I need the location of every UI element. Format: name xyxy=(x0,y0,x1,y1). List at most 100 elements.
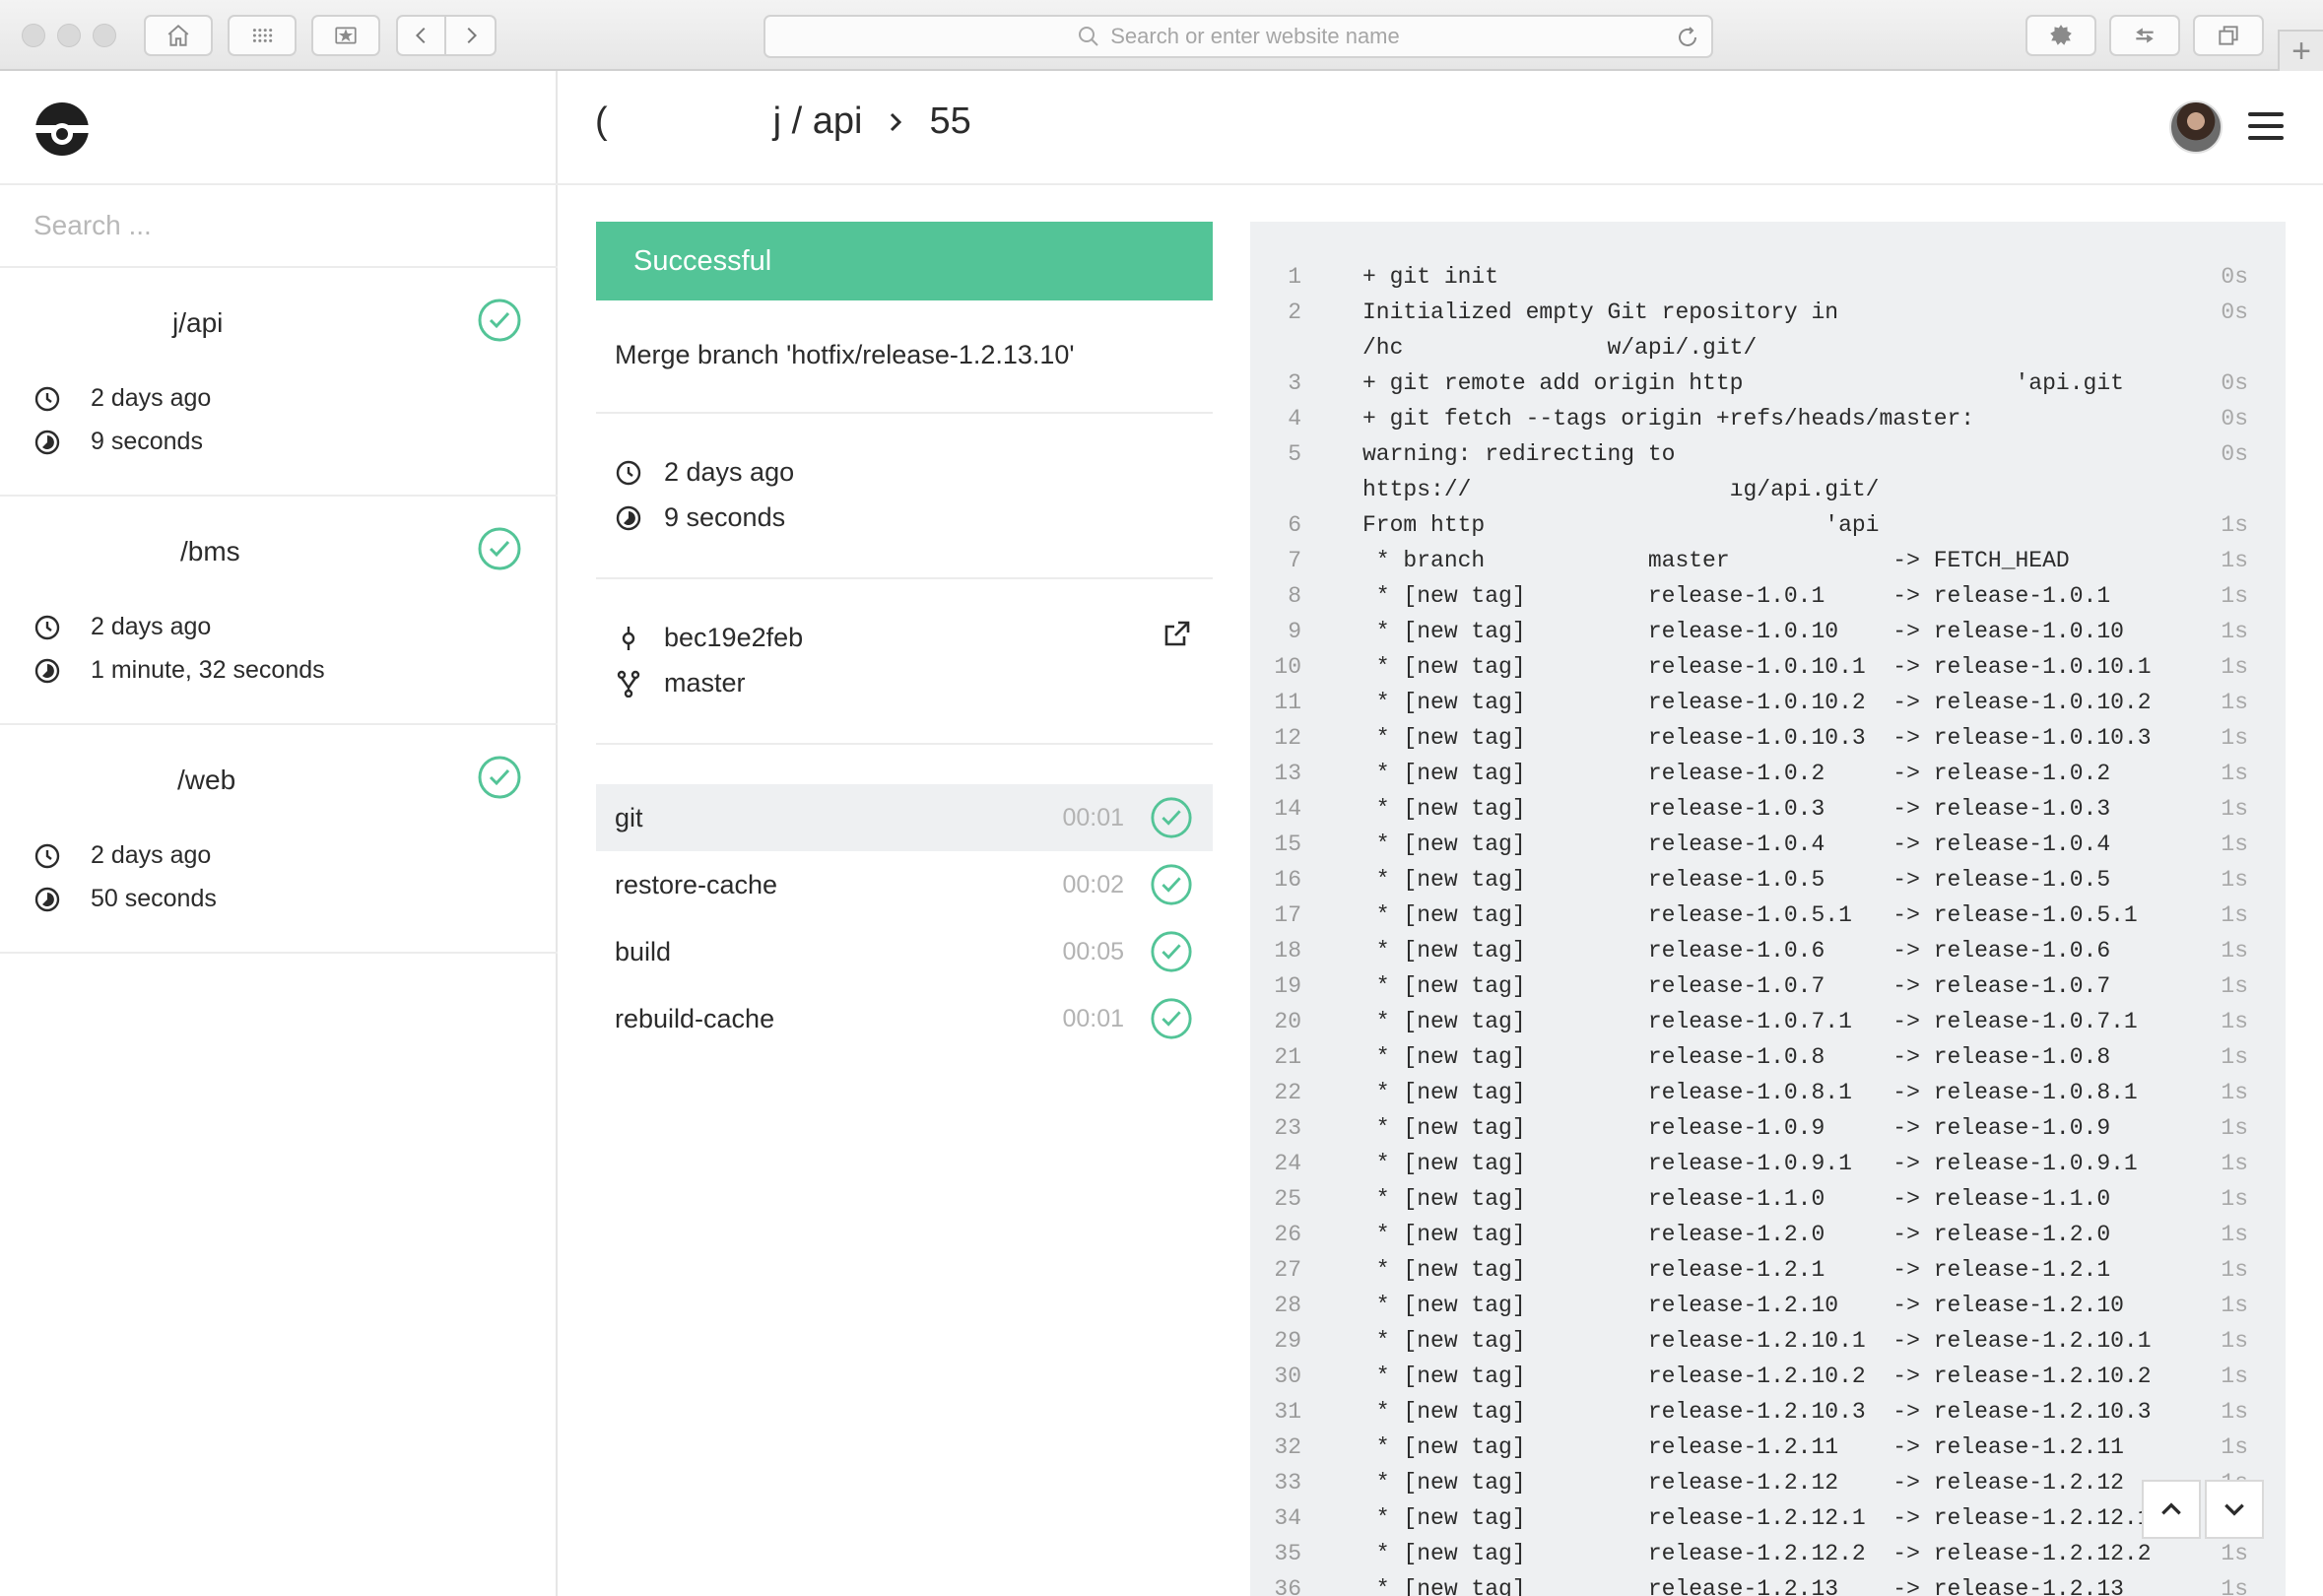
log-line-text: * [new tag] release-1.0.5.1 -> release-1… xyxy=(1362,902,2138,928)
log-line: 17 * [new tag] release-1.0.5.1 -> releas… xyxy=(1250,898,2286,933)
reload-icon[interactable] xyxy=(1676,26,1699,49)
scroll-down-button[interactable] xyxy=(2205,1480,2264,1539)
log-line-elapsed: 1s xyxy=(2221,1044,2248,1070)
repo-item[interactable]: /bms 2 days ago 1 minute, 32 seconds xyxy=(0,497,558,725)
log-line-number: 33 xyxy=(1274,1470,1301,1496)
apps-grid-button[interactable] xyxy=(228,15,297,56)
log-line: 23 * [new tag] release-1.0.9 -> release-… xyxy=(1250,1110,2286,1146)
log-line-elapsed: 1s xyxy=(2221,867,2248,893)
log-line: 20 * [new tag] release-1.0.7.1 -> releas… xyxy=(1250,1004,2286,1039)
step-name: restore-cache xyxy=(615,869,778,899)
back-button[interactable] xyxy=(398,17,446,54)
log-line-text: * [new tag] release-1.0.10.2 -> release-… xyxy=(1362,690,2152,715)
main-header: ( j / api 55 xyxy=(558,71,2323,185)
build-log[interactable]: 1 + git init 0s 2 Initialized empty Git repo… xyxy=(1250,222,2286,1596)
sidebar: j/api 2 days ago 9 seconds /bms 2 days a… xyxy=(0,71,558,1596)
repo-duration: 9 seconds xyxy=(91,428,203,455)
chevron-up-icon xyxy=(2161,1502,2181,1515)
step-time: 00:01 xyxy=(1062,1004,1124,1032)
step-item[interactable]: restore-cache 00:02 xyxy=(596,851,1213,918)
bookmarks-button[interactable] xyxy=(311,15,380,56)
step-item[interactable]: build 00:05 xyxy=(596,918,1213,985)
log-line-text: * [new tag] release-1.0.10 -> release-1.… xyxy=(1362,619,2124,644)
log-line: 21 * [new tag] release-1.0.8 -> release-… xyxy=(1250,1039,2286,1075)
log-line: 15 * [new tag] release-1.0.4 -> release-… xyxy=(1250,827,2286,862)
repo-duration: 50 seconds xyxy=(91,885,217,912)
address-bar[interactable]: Search or enter website name xyxy=(763,15,1713,58)
log-line-number: 18 xyxy=(1274,938,1301,964)
breadcrumb-owner[interactable]: ( xyxy=(595,100,608,143)
log-line-number: 22 xyxy=(1274,1080,1301,1105)
log-line-text: * [new tag] release-1.0.7 -> release-1.0… xyxy=(1362,973,2111,999)
build-duration-row: 9 seconds xyxy=(615,502,785,533)
log-line-text: * [new tag] release-1.2.0 -> release-1.2… xyxy=(1362,1222,2111,1247)
log-line-number: 31 xyxy=(1274,1399,1301,1425)
branch-name: master xyxy=(664,668,746,698)
menu-button[interactable] xyxy=(2248,112,2284,142)
step-item[interactable]: rebuild-cache 00:01 xyxy=(596,985,1213,1052)
forward-button[interactable] xyxy=(446,17,495,54)
log-line-text: * [new tag] release-1.0.5 -> release-1.0… xyxy=(1362,867,2111,893)
search-input[interactable] xyxy=(33,203,516,248)
repo-name: /bms xyxy=(180,536,240,566)
log-line: 14 * [new tag] release-1.0.3 -> release-… xyxy=(1250,791,2286,827)
log-line-number: 25 xyxy=(1274,1186,1301,1212)
repo-item[interactable]: /web 2 days ago 50 seconds xyxy=(0,725,558,954)
log-line-number: 27 xyxy=(1274,1257,1301,1283)
log-line: 7 * branch master -> FETCH_HEAD 1s xyxy=(1250,543,2286,578)
external-link-icon[interactable] xyxy=(1162,619,1192,648)
log-line: 10 * [new tag] release-1.0.10.1 -> relea… xyxy=(1250,649,2286,685)
log-line-number: 1 xyxy=(1288,264,1301,290)
repo-search xyxy=(0,185,558,268)
log-line: 36 * [new tag] release-1.2.13 -> release… xyxy=(1250,1571,2286,1596)
log-line-number: 10 xyxy=(1274,654,1301,680)
log-line-number: 5 xyxy=(1288,441,1301,467)
log-lines: 1 + git init 0s 2 Initialized empty Git repo… xyxy=(1250,259,2286,1596)
home-button[interactable] xyxy=(144,15,213,56)
log-line-text: * [new tag] release-1.0.3 -> release-1.0… xyxy=(1362,796,2111,822)
log-line-text: * [new tag] release-1.0.8.1 -> release-1… xyxy=(1362,1080,2138,1105)
log-line: 3 + git remote add origin http 'api.git 0s xyxy=(1250,366,2286,401)
success-check-icon xyxy=(1151,998,1192,1039)
browser-toolbar: Search or enter website name + xyxy=(0,0,2323,71)
commit-hash[interactable]: bec19e2feb xyxy=(664,623,803,653)
switch-button[interactable] xyxy=(2109,15,2180,56)
log-line: 26 * [new tag] release-1.2.0 -> release-… xyxy=(1250,1217,2286,1252)
log-line-elapsed: 1s xyxy=(2221,1151,2248,1176)
tabs-overview-button[interactable] xyxy=(2193,15,2264,56)
log-line-text: * [new tag] release-1.0.1 -> release-1.0… xyxy=(1362,583,2111,609)
clock-icon xyxy=(34,843,60,868)
app-logo-icon[interactable] xyxy=(33,100,91,158)
log-line-elapsed: 1s xyxy=(2221,1009,2248,1034)
window-zoom-button[interactable] xyxy=(93,24,116,47)
build-time-ago: 2 days ago xyxy=(664,457,795,487)
branch-icon xyxy=(617,670,640,698)
repo-name: j/api xyxy=(172,307,224,338)
avatar[interactable] xyxy=(2169,100,2223,154)
log-line-elapsed: 1s xyxy=(2221,1328,2248,1354)
window-close-button[interactable] xyxy=(22,24,45,47)
log-line-text: * branch master -> FETCH_HEAD xyxy=(1362,548,2070,573)
new-tab-button[interactable]: + xyxy=(2278,30,2323,71)
log-line: 8 * [new tag] release-1.0.1 -> release-1… xyxy=(1250,578,2286,614)
log-line: https:// ıg/api.git/ xyxy=(1250,472,2286,507)
scroll-up-button[interactable] xyxy=(2142,1480,2201,1539)
home-icon xyxy=(167,24,189,46)
bookmark-star-icon xyxy=(335,27,357,44)
log-line-elapsed: 0s xyxy=(2221,441,2248,467)
success-check-icon xyxy=(1151,864,1192,905)
breadcrumb-repo[interactable]: j / api xyxy=(773,100,863,143)
log-line-text: * [new tag] release-1.2.12.2 -> release-… xyxy=(1362,1541,2152,1566)
log-line: 11 * [new tag] release-1.0.10.2 -> relea… xyxy=(1250,685,2286,720)
log-line: 24 * [new tag] release-1.0.9.1 -> releas… xyxy=(1250,1146,2286,1181)
log-line: 2 Initialized empty Git repository in 0s xyxy=(1250,295,2286,330)
success-check-icon xyxy=(478,527,521,570)
repo-item[interactable]: j/api 2 days ago 9 seconds xyxy=(0,268,558,497)
extension-button[interactable] xyxy=(2025,15,2096,56)
log-line-text: * [new tag] release-1.2.11 -> release-1.… xyxy=(1362,1434,2124,1460)
log-line-number: 12 xyxy=(1274,725,1301,751)
log-line-elapsed: 1s xyxy=(2221,902,2248,928)
window-minimize-button[interactable] xyxy=(57,24,81,47)
step-item[interactable]: git 00:01 xyxy=(596,784,1213,851)
repo-name: /web xyxy=(177,765,236,795)
